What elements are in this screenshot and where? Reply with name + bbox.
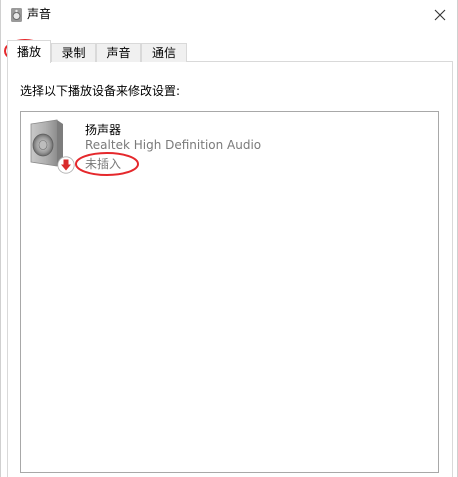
- unplugged-arrow-icon: [57, 156, 75, 174]
- device-status: 未插入: [85, 157, 122, 171]
- speaker-app-icon: [11, 8, 22, 22]
- device-name: 扬声器: [85, 123, 122, 137]
- tab-sounds[interactable]: 声音: [96, 43, 141, 62]
- window-title: 声音: [27, 7, 52, 21]
- tab-communications[interactable]: 通信: [141, 43, 187, 62]
- title-bar: 声音: [1, 0, 458, 30]
- sound-dialog: 声音 播放 录制 声音 通信 选择以下播放设备来修改设置: 扬声器 Realte…: [0, 0, 458, 477]
- tab-playback[interactable]: 播放: [7, 40, 51, 63]
- device-driver: Realtek High Definition Audio: [85, 138, 262, 152]
- tab-recording[interactable]: 录制: [51, 43, 96, 62]
- close-icon: [434, 9, 446, 21]
- device-item-speaker[interactable]: 扬声器 Realtek High Definition Audio 未插入: [23, 118, 283, 180]
- close-button[interactable]: [427, 2, 453, 28]
- playback-instruction: 选择以下播放设备来修改设置:: [20, 84, 181, 98]
